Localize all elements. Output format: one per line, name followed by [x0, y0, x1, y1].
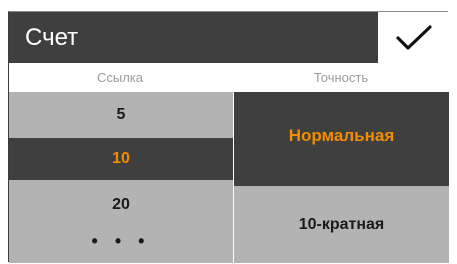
- checkmark-icon: [395, 24, 432, 50]
- count-dialog: Счет Ссылка Точность 5 10 20 • • • Норма…: [8, 11, 449, 263]
- precision-option-normal-label: Нормальная: [288, 126, 395, 145]
- more-options-indicator[interactable]: • • •: [9, 231, 233, 251]
- precision-picker[interactable]: Нормальная 10-кратная: [234, 92, 449, 263]
- reference-option-20[interactable]: 20: [9, 196, 233, 214]
- reference-picker[interactable]: 5 10 20 • • •: [9, 92, 233, 263]
- precision-option-10x[interactable]: 10-кратная: [234, 186, 449, 263]
- reference-option-10-selected[interactable]: 10: [9, 138, 233, 180]
- precision-column-header: Точность: [233, 63, 449, 92]
- precision-option-normal-selected[interactable]: Нормальная: [234, 92, 449, 186]
- reference-option-5[interactable]: 5: [9, 106, 233, 124]
- reference-column-header: Ссылка: [9, 63, 231, 92]
- confirm-button[interactable]: [378, 12, 449, 63]
- title-bar: Счет: [9, 12, 378, 63]
- page-title: Счет: [25, 24, 79, 51]
- precision-option-10x-label: 10-кратная: [298, 215, 385, 233]
